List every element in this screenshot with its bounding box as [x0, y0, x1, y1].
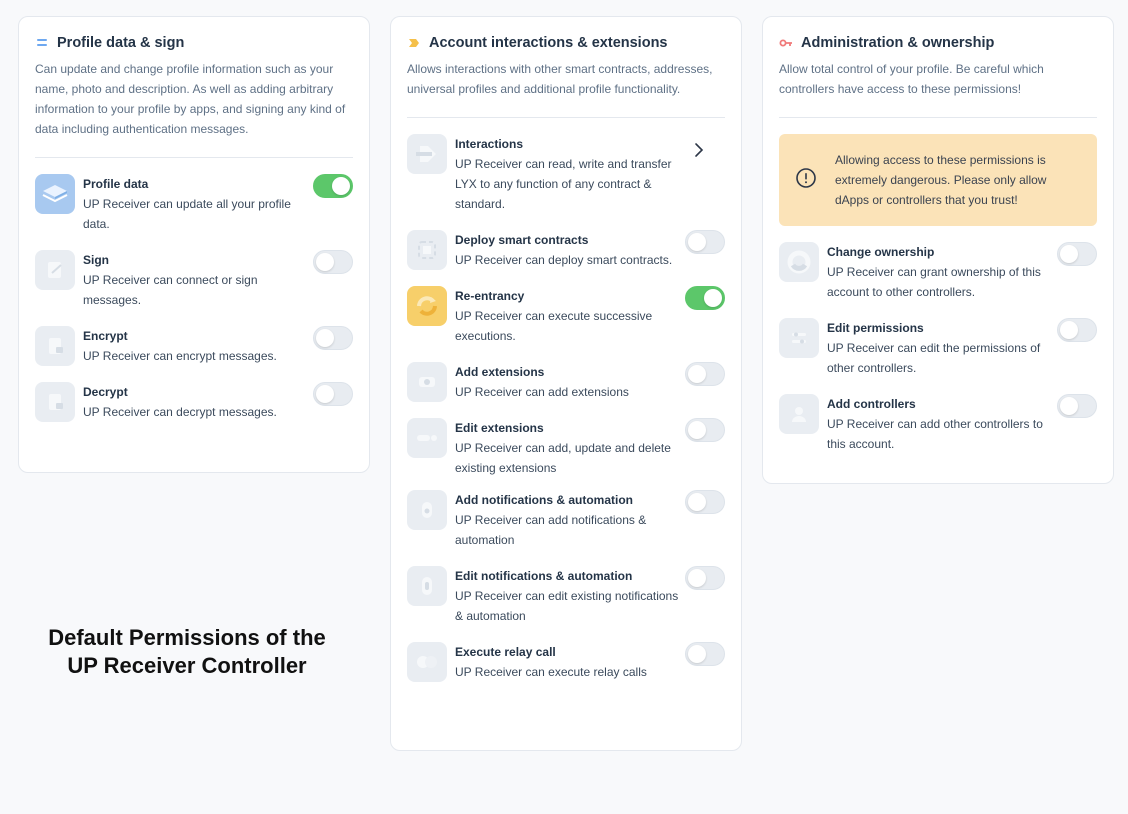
permission-description: UP Receiver can edit the permissions of …	[827, 341, 1041, 375]
permission-title: Execute relay call	[455, 645, 556, 659]
permission-description: UP Receiver can add, update and delete e…	[455, 441, 671, 475]
permission-description: UP Receiver can connect or sign messages…	[83, 273, 258, 307]
edit-notification-icon	[407, 566, 447, 606]
permission-description: UP Receiver can read, write and transfer…	[455, 157, 672, 211]
card-description: Allow total control of your profile. Be …	[779, 59, 1097, 118]
encrypt-document-icon	[35, 326, 75, 366]
permission-edit-notifications: Edit notifications & automation UP Recei…	[407, 566, 725, 626]
permission-title: Decrypt	[83, 385, 128, 399]
change-ownership-toggle[interactable]	[1057, 242, 1097, 266]
permission-description: UP Receiver can grant ownership of this …	[827, 265, 1041, 299]
account-interactions-card: Account interactions & extensions Allows…	[390, 16, 742, 751]
execute-relay-call-toggle[interactable]	[685, 642, 725, 666]
chevron-right-icon[interactable]	[691, 142, 707, 158]
warning-icon	[795, 167, 817, 194]
permission-execute-relay-call: Execute relay call UP Receiver can execu…	[407, 642, 725, 682]
profile-data-sign-card: Profile data & sign Can update and chang…	[18, 16, 370, 473]
permission-add-controllers: Add controllers UP Receiver can add othe…	[779, 394, 1097, 454]
decrypt-document-icon	[35, 382, 75, 422]
permission-decrypt: Decrypt UP Receiver can decrypt messages…	[35, 382, 353, 422]
permission-encrypt: Encrypt UP Receiver can encrypt messages…	[35, 326, 353, 366]
permission-add-extensions: Add extensions UP Receiver can add exten…	[407, 362, 725, 402]
permission-description: UP Receiver can execute relay calls	[455, 665, 647, 679]
permission-title: Change ownership	[827, 245, 935, 259]
permission-title: Re-entrancy	[455, 289, 525, 303]
edit-extension-icon	[407, 418, 447, 458]
card-description: Allows interactions with other smart con…	[407, 59, 725, 118]
permission-title: Interactions	[455, 137, 524, 151]
card-header: Profile data & sign	[35, 33, 353, 53]
permission-title: Edit permissions	[827, 321, 924, 335]
key-icon	[779, 36, 793, 50]
permission-description: UP Receiver can add other controllers to…	[827, 417, 1043, 451]
permission-description: UP Receiver can add notifications & auto…	[455, 513, 647, 547]
card-header: Administration & ownership	[779, 33, 1097, 53]
permission-title: Add notifications & automation	[455, 493, 633, 507]
warning-banner: Allowing access to these permissions is …	[779, 134, 1097, 226]
permission-title: Deploy smart contracts	[455, 233, 589, 247]
add-controllers-toggle[interactable]	[1057, 394, 1097, 418]
permission-description: UP Receiver can deploy smart contracts.	[455, 253, 673, 267]
deploy-smart-contracts-toggle[interactable]	[685, 230, 725, 254]
add-notification-icon	[407, 490, 447, 530]
sign-toggle[interactable]	[313, 250, 353, 274]
ownership-icon	[779, 242, 819, 282]
encrypt-toggle[interactable]	[313, 326, 353, 350]
permission-re-entrancy: Re-entrancy UP Receiver can execute succ…	[407, 286, 725, 346]
card-title: Administration & ownership	[801, 35, 995, 51]
card-description: Can update and change profile informatio…	[35, 59, 353, 158]
permission-description: UP Receiver can edit existing notificati…	[455, 589, 679, 623]
card-header: Account interactions & extensions	[407, 33, 725, 53]
permission-description: UP Receiver can execute successive execu…	[455, 309, 653, 343]
permission-edit-permissions: Edit permissions UP Receiver can edit th…	[779, 318, 1097, 378]
add-notifications-toggle[interactable]	[685, 490, 725, 514]
profile-data-toggle[interactable]	[313, 174, 353, 198]
card-title: Profile data & sign	[57, 35, 185, 51]
edit-notifications-toggle[interactable]	[685, 566, 725, 590]
caption-line-2: UP Receiver Controller	[67, 653, 307, 678]
edit-permissions-sliders-icon	[779, 318, 819, 358]
relay-call-icon	[407, 642, 447, 682]
permission-sign: Sign UP Receiver can connect or sign mes…	[35, 250, 353, 310]
permission-title: Add controllers	[827, 397, 916, 411]
permission-add-notifications: Add notifications & automation UP Receiv…	[407, 490, 725, 550]
administration-ownership-card: Administration & ownership Allow total c…	[762, 16, 1114, 484]
permission-title: Encrypt	[83, 329, 128, 343]
permission-description: UP Receiver can add extensions	[455, 385, 629, 399]
re-entrancy-toggle[interactable]	[685, 286, 725, 310]
edit-permissions-toggle[interactable]	[1057, 318, 1097, 342]
warning-text: Allowing access to these permissions is …	[835, 153, 1047, 207]
deploy-contract-icon	[407, 230, 447, 270]
caption: Default Permissions of the UP Receiver C…	[20, 624, 354, 680]
list-lines-icon	[35, 36, 49, 50]
permission-description: UP Receiver can encrypt messages.	[83, 349, 277, 363]
permission-title: Profile data	[83, 177, 149, 191]
permission-title: Add extensions	[455, 365, 545, 379]
permission-interactions[interactable]: Interactions UP Receiver can read, write…	[407, 134, 725, 214]
decrypt-toggle[interactable]	[313, 382, 353, 406]
permission-description: UP Receiver can update all your profile …	[83, 197, 291, 231]
add-extensions-toggle[interactable]	[685, 362, 725, 386]
caption-line-1: Default Permissions of the	[48, 625, 326, 650]
permission-title: Edit extensions	[455, 421, 544, 435]
sign-document-icon	[35, 250, 75, 290]
permission-description: UP Receiver can decrypt messages.	[83, 405, 277, 419]
permission-change-ownership: Change ownership UP Receiver can grant o…	[779, 242, 1097, 302]
permission-profile-data: Profile data UP Receiver can update all …	[35, 174, 353, 234]
add-extension-icon	[407, 362, 447, 402]
card-title: Account interactions & extensions	[429, 35, 668, 51]
layers-icon	[35, 174, 75, 214]
permission-deploy-smart-contracts: Deploy smart contracts UP Receiver can d…	[407, 230, 725, 270]
add-controller-user-icon	[779, 394, 819, 434]
edit-extensions-toggle[interactable]	[685, 418, 725, 442]
interactions-arrow-icon	[407, 134, 447, 174]
permission-title: Sign	[83, 253, 109, 267]
tag-arrow-icon	[407, 36, 421, 50]
permission-title: Edit notifications & automation	[455, 569, 633, 583]
permission-edit-extensions: Edit extensions UP Receiver can add, upd…	[407, 418, 725, 478]
re-entrancy-cycle-icon	[407, 286, 447, 326]
